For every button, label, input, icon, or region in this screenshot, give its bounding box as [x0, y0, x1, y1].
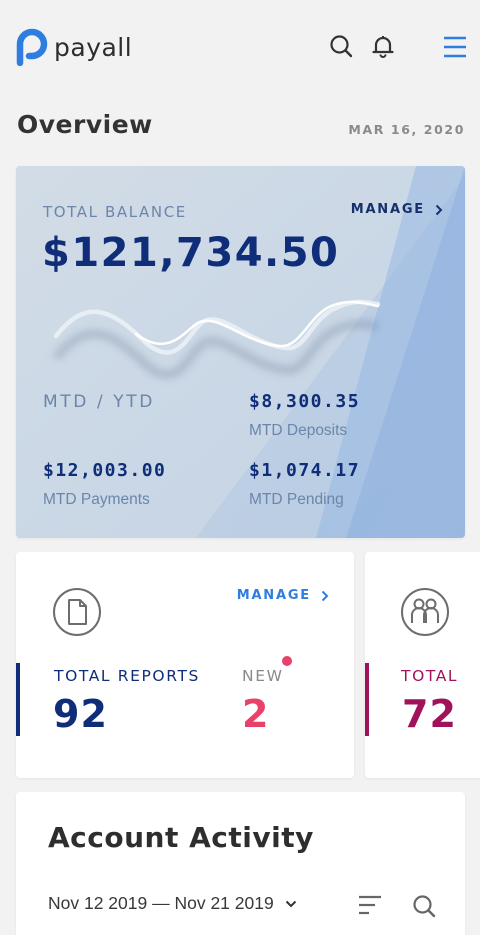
mtd-pending-value: $1,074.17 [249, 460, 361, 481]
chevron-right-icon [321, 590, 329, 601]
reports-manage-label: MANAGE [236, 588, 311, 603]
balance-card-background [16, 166, 465, 538]
balance-card: TOTAL BALANCE MANAGE $121,734.50 MTD / Y… [16, 166, 465, 538]
users-card[interactable]: TOTAL 72 [365, 552, 480, 778]
date-range-value: Nov 12 2019 — Nov 21 2019 [48, 893, 274, 913]
app-logo[interactable]: payall [16, 28, 132, 66]
balance-manage-link[interactable]: MANAGE [351, 202, 443, 217]
users-accent-bar [365, 663, 369, 736]
reports-manage-link[interactable]: MANAGE [237, 588, 329, 603]
bell-icon[interactable] [371, 34, 395, 58]
mtd-payments-label: MTD Payments [43, 491, 150, 508]
search-icon[interactable] [412, 894, 436, 918]
total-reports-value: 92 [53, 692, 108, 736]
mtd-pending-label: MTD Pending [249, 491, 344, 508]
search-icon[interactable] [329, 34, 353, 58]
mtd-deposits-label: MTD Deposits [249, 422, 348, 439]
people-icon [401, 588, 449, 636]
app-header: payall [0, 0, 480, 92]
chevron-right-icon [435, 204, 443, 215]
page-date: MAR 16, 2020 [348, 122, 465, 137]
total-reports-label: TOTAL REPORTS [54, 667, 200, 685]
sort-icon[interactable] [358, 894, 382, 916]
menu-icon[interactable] [443, 35, 467, 59]
app-name: payall [54, 32, 133, 62]
period-toggle[interactable]: MTD / YTD [43, 392, 155, 412]
page-title: Overview [17, 110, 153, 139]
total-balance-amount: $121,734.50 [42, 230, 340, 276]
reports-card[interactable]: MANAGE TOTAL REPORTS 92 NEW 2 [16, 552, 354, 778]
payall-logo-icon [16, 28, 48, 66]
mtd-deposits-value: $8,300.35 [249, 391, 361, 412]
account-activity-title: Account Activity [48, 821, 314, 854]
mtd-payments-value: $12,003.00 [43, 460, 167, 481]
date-range-dropdown[interactable]: Nov 12 2019 — Nov 21 2019 [48, 893, 297, 914]
balance-manage-label: MANAGE [350, 202, 425, 217]
total-balance-label: TOTAL BALANCE [43, 203, 187, 221]
total-users-value: 72 [402, 692, 457, 736]
total-users-label: TOTAL [401, 667, 459, 685]
new-indicator-dot [282, 656, 292, 666]
chevron-down-icon [285, 900, 296, 907]
account-activity-panel: Account Activity Nov 12 2019 — Nov 21 20… [16, 792, 465, 935]
reports-accent-bar [16, 663, 20, 736]
new-reports-value: 2 [242, 692, 270, 736]
document-icon [53, 588, 101, 636]
new-reports-label: NEW [242, 667, 284, 685]
